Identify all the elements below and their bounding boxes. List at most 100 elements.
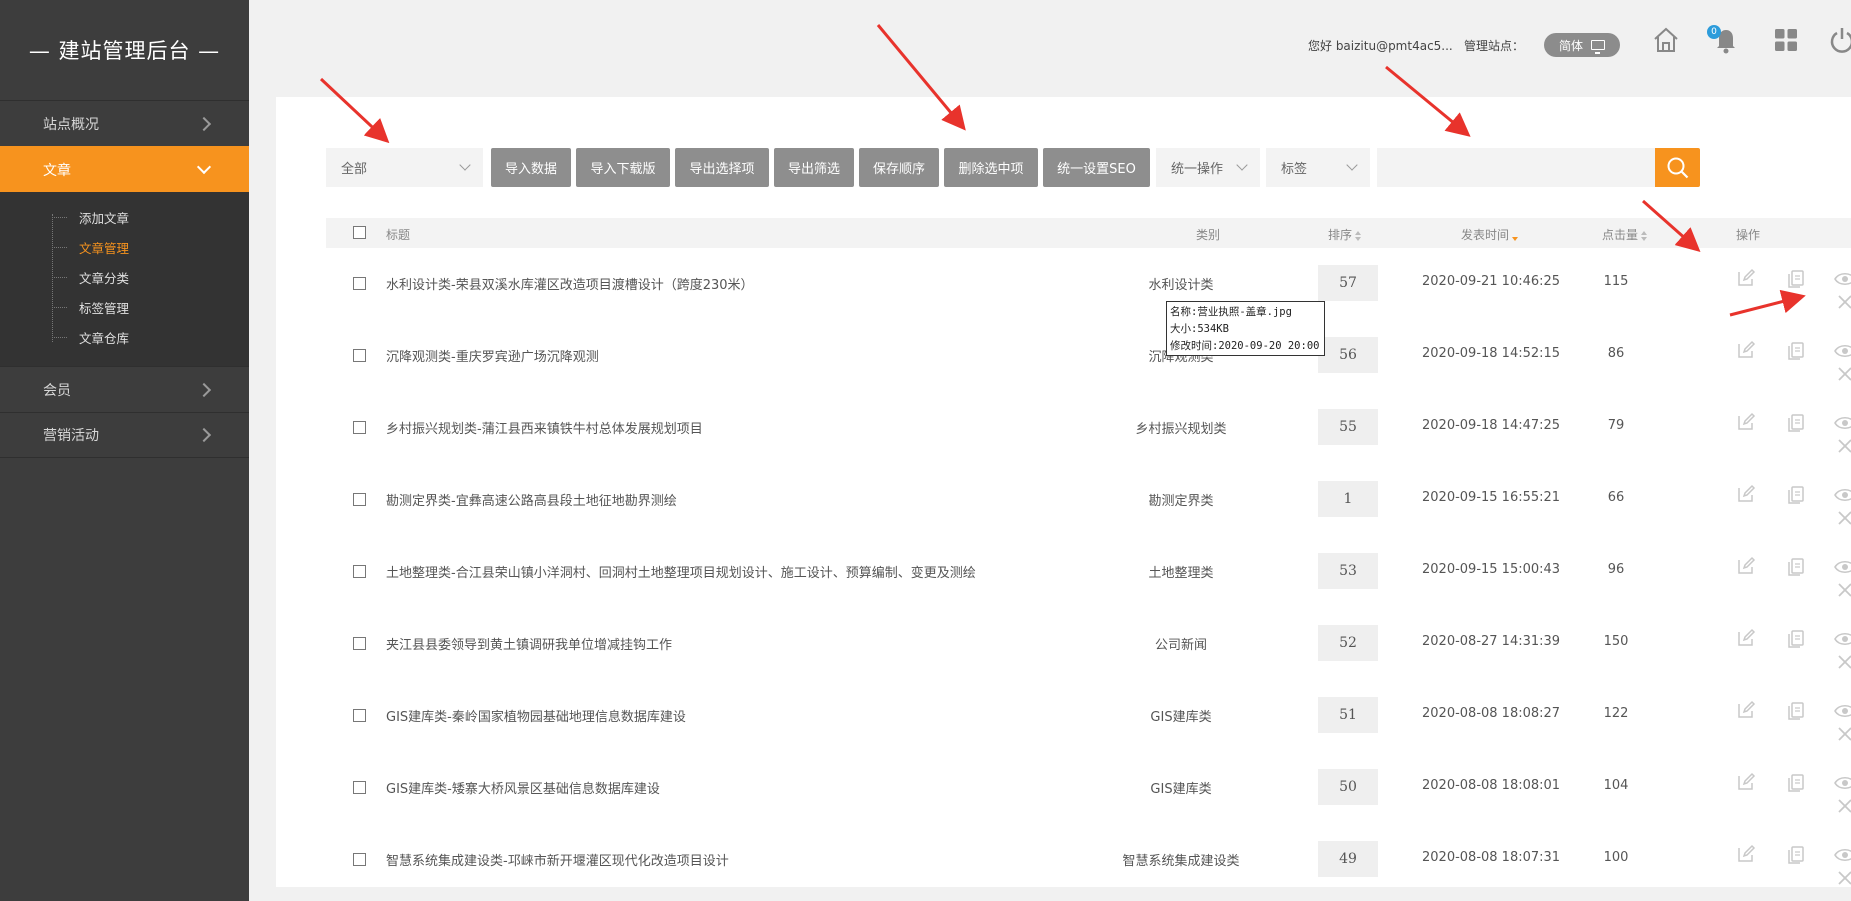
row-title[interactable]: 土地整理类-合江县荣山镇小洋洞村、回洞村土地整理项目规划设计、施工设计、预算编制… [386, 562, 976, 581]
row-category: 公司新闻 [1154, 638, 1207, 653]
select-all-checkbox[interactable] [353, 226, 366, 239]
export-filter-button[interactable]: 导出筛选 [774, 148, 854, 187]
copy-icon[interactable] [1786, 556, 1806, 580]
edit-icon[interactable] [1736, 700, 1756, 724]
eye-icon[interactable] [1834, 271, 1851, 291]
edit-icon[interactable] [1736, 628, 1756, 652]
filter-select[interactable]: 全部 [326, 148, 483, 187]
edit-icon[interactable] [1736, 268, 1756, 292]
delete-selected-button[interactable]: 删除选中项 [944, 148, 1038, 187]
topbar: 您好 baizitu@pmt4ac5... 管理站点： 简体 [249, 0, 1851, 90]
eye-icon[interactable] [1834, 631, 1851, 651]
row-checkbox[interactable] [353, 709, 366, 722]
row-order-input[interactable]: 1 [1318, 481, 1378, 517]
search-button[interactable] [1655, 148, 1700, 187]
header-time-label: 发表时间 [1461, 228, 1510, 242]
import-download-button[interactable]: 导入下载版 [576, 148, 670, 187]
header-time[interactable]: 发表时间 [1461, 226, 1519, 243]
row-ops [1709, 330, 1851, 382]
row-checkbox[interactable] [353, 277, 366, 290]
row-title[interactable]: 夹江县县委领导到黄土镇调研我单位增减挂钩工作 [386, 634, 672, 653]
copy-icon[interactable] [1786, 412, 1806, 436]
sidebar-item-members[interactable]: 会员 [0, 366, 249, 412]
row-title[interactable]: 乡村振兴规划类-蒲江县西来镇铁牛村总体发展规划项目 [386, 418, 703, 437]
sidebar-item-articles[interactable]: 文章 [0, 146, 249, 192]
edit-icon[interactable] [1736, 772, 1756, 796]
row-order-input[interactable]: 57 [1318, 265, 1378, 301]
row-order-input[interactable]: 55 [1318, 409, 1378, 445]
row-checkbox[interactable] [353, 421, 366, 434]
language-switch-button[interactable]: 简体 [1544, 33, 1620, 57]
copy-icon[interactable] [1786, 628, 1806, 652]
row-time: 2020-09-21 10:46:25 [1422, 274, 1561, 289]
header-order[interactable]: 排序 [1328, 226, 1362, 243]
eye-icon[interactable] [1834, 415, 1851, 435]
copy-icon[interactable] [1786, 484, 1806, 508]
subnav-article-category[interactable]: 文章分类 [0, 262, 249, 292]
subnav-article-manage[interactable]: 文章管理 [0, 232, 249, 262]
eye-icon[interactable] [1834, 775, 1851, 795]
eye-icon[interactable] [1834, 703, 1851, 723]
edit-icon[interactable] [1736, 484, 1756, 508]
close-icon[interactable] [1837, 438, 1851, 458]
row-ops [1709, 834, 1851, 886]
copy-icon[interactable] [1786, 340, 1806, 364]
row-title[interactable]: 勘测定界类-宜彝高速公路高县段土地征地勘界测绘 [386, 490, 677, 509]
batch-operation-select[interactable]: 统一操作 [1156, 148, 1260, 187]
tag-select[interactable]: 标签 [1266, 148, 1370, 187]
eye-icon[interactable] [1834, 559, 1851, 579]
edit-icon[interactable] [1736, 844, 1756, 868]
row-order-input[interactable]: 56 [1318, 337, 1378, 373]
save-order-button[interactable]: 保存顺序 [859, 148, 939, 187]
set-seo-button[interactable]: 统一设置SEO [1043, 148, 1150, 187]
eye-icon[interactable] [1834, 487, 1851, 507]
eye-icon[interactable] [1834, 343, 1851, 363]
row-order-input[interactable]: 53 [1318, 553, 1378, 589]
row-order-input[interactable]: 52 [1318, 625, 1378, 661]
row-checkbox[interactable] [353, 349, 366, 362]
row-order-input[interactable]: 50 [1318, 769, 1378, 805]
copy-icon[interactable] [1786, 700, 1806, 724]
close-icon[interactable] [1837, 582, 1851, 602]
close-icon[interactable] [1837, 870, 1851, 890]
home-icon[interactable] [1652, 26, 1680, 54]
row-title[interactable]: GIS建库类-矮寨大桥风景区基础信息数据库建设 [386, 778, 660, 797]
close-icon[interactable] [1837, 510, 1851, 530]
import-data-button[interactable]: 导入数据 [491, 148, 571, 187]
search-input[interactable] [1377, 148, 1655, 187]
edit-icon[interactable] [1736, 412, 1756, 436]
copy-icon[interactable] [1786, 268, 1806, 292]
row-title[interactable]: 沉降观测类-重庆罗宾逊广场沉降观测 [386, 346, 599, 365]
header-hits[interactable]: 点击量 [1602, 226, 1648, 243]
row-title[interactable]: 水利设计类-荣县双溪水库灌区改造项目渡槽设计（跨度230米） [386, 274, 754, 293]
power-icon[interactable] [1828, 26, 1851, 54]
close-icon[interactable] [1837, 726, 1851, 746]
close-icon[interactable] [1837, 294, 1851, 314]
edit-icon[interactable] [1736, 556, 1756, 580]
row-category: GIS建库类 [1150, 782, 1212, 797]
apps-grid-icon[interactable] [1772, 26, 1800, 54]
row-order-input[interactable]: 51 [1318, 697, 1378, 733]
sidebar-item-overview[interactable]: 站点概况 [0, 100, 249, 146]
row-title[interactable]: GIS建库类-秦岭国家植物园基础地理信息数据库建设 [386, 706, 686, 725]
row-checkbox[interactable] [353, 853, 366, 866]
sidebar-item-marketing[interactable]: 营销活动 [0, 412, 249, 458]
close-icon[interactable] [1837, 654, 1851, 674]
close-icon[interactable] [1837, 366, 1851, 386]
copy-icon[interactable] [1786, 772, 1806, 796]
eye-icon[interactable] [1834, 847, 1851, 867]
row-checkbox[interactable] [353, 781, 366, 794]
row-checkbox[interactable] [353, 565, 366, 578]
batch-select-value: 统一操作 [1171, 162, 1224, 177]
row-title[interactable]: 智慧系统集成建设类-邛崃市新开堰灌区现代化改造项目设计 [386, 850, 729, 869]
close-icon[interactable] [1837, 798, 1851, 818]
subnav-article-store[interactable]: 文章仓库 [0, 322, 249, 352]
export-selected-button[interactable]: 导出选择项 [675, 148, 769, 187]
row-order-input[interactable]: 49 [1318, 841, 1378, 877]
subnav-add-article[interactable]: 添加文章 [0, 202, 249, 232]
copy-icon[interactable] [1786, 844, 1806, 868]
edit-icon[interactable] [1736, 340, 1756, 364]
row-checkbox[interactable] [353, 637, 366, 650]
subnav-tag-manage[interactable]: 标签管理 [0, 292, 249, 322]
row-checkbox[interactable] [353, 493, 366, 506]
